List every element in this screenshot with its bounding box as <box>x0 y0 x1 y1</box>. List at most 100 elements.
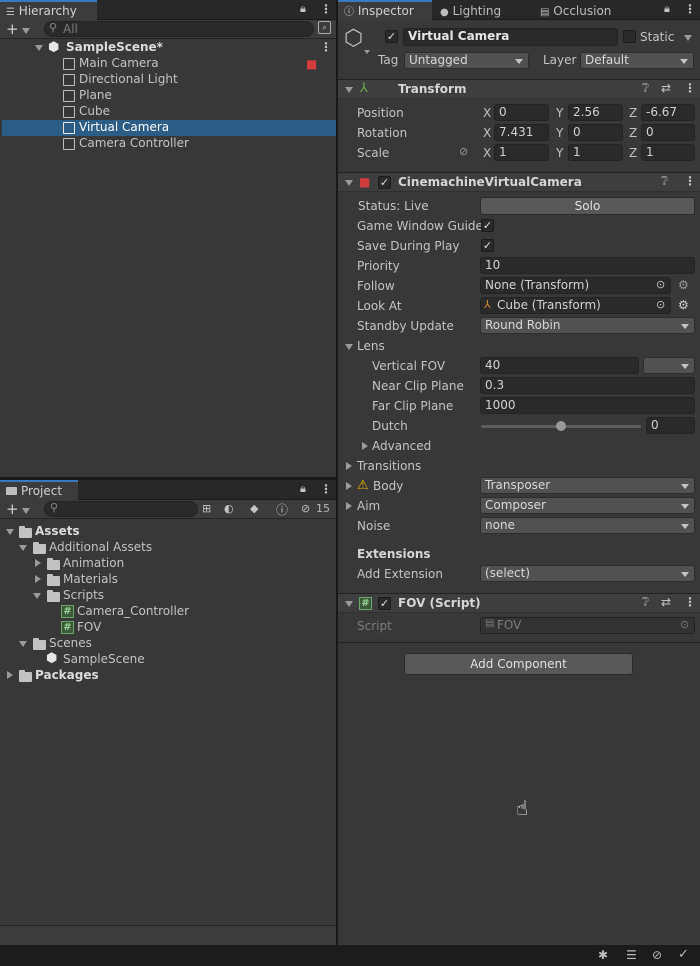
scene-name[interactable]: SampleScene* <box>66 40 163 54</box>
assets-fold-icon[interactable] <box>6 529 14 535</box>
progress-check-icon[interactable]: ✓ <box>678 947 689 962</box>
position-y-field[interactable]: 2.56 <box>568 104 623 121</box>
search-input[interactable]: All <box>44 21 314 37</box>
tab-hierarchy[interactable]: ☰ Hierarchy <box>0 0 97 21</box>
scene-fold-icon[interactable] <box>35 45 43 51</box>
chevron-down-icon[interactable] <box>22 28 30 34</box>
aim-dropdown[interactable]: Composer <box>480 497 695 514</box>
fov-preset-dropdown[interactable] <box>643 357 695 374</box>
info-icon[interactable]: ⓘ <box>276 501 288 518</box>
add-icon[interactable]: + <box>6 500 19 518</box>
chevron-down-icon[interactable] <box>22 508 30 514</box>
help-icon[interactable]: ❔︎ <box>642 595 649 610</box>
dutch-field[interactable]: 0 <box>646 417 695 434</box>
tree-fov[interactable]: FOV <box>77 620 101 634</box>
animation-fold-icon[interactable] <box>35 559 41 567</box>
auto-generate-lighting-icon[interactable]: ⊘ <box>652 948 662 962</box>
scale-y-field[interactable]: 1 <box>568 144 623 161</box>
scripts-fold-icon[interactable] <box>33 593 41 599</box>
search-options-icon[interactable]: ⌕ <box>318 21 331 34</box>
priority-field[interactable]: 10 <box>480 257 695 274</box>
help-icon[interactable]: ❔︎ <box>661 174 668 189</box>
more-menu-icon[interactable]: ⋮ <box>320 2 332 16</box>
materials-fold-icon[interactable] <box>35 575 41 583</box>
add-extension-dropdown[interactable]: (select) <box>480 565 695 582</box>
icon-picker-chevron[interactable] <box>364 50 370 54</box>
packages-fold-icon[interactable] <box>7 671 13 679</box>
position-z-field[interactable]: -6.67 <box>641 104 695 121</box>
body-fold-icon[interactable] <box>346 482 352 490</box>
vcam-fold-icon[interactable] <box>345 180 353 186</box>
tree-assets[interactable]: Assets <box>35 524 80 538</box>
project-search-input[interactable] <box>44 501 198 517</box>
lens-fold-icon[interactable] <box>345 344 353 350</box>
fov-script-fold-icon[interactable] <box>345 601 353 607</box>
solo-button[interactable]: Solo <box>480 197 695 215</box>
vcam-enabled-checkbox[interactable]: ✓ <box>378 176 391 189</box>
lock-icon[interactable]: 🔒︎ <box>300 2 306 16</box>
component-menu-icon[interactable]: ⋮ <box>684 81 696 95</box>
transitions-fold-icon[interactable] <box>346 462 352 470</box>
vertical-fov-field[interactable]: 40 <box>480 357 639 374</box>
tag-dropdown[interactable]: Untagged <box>404 52 529 69</box>
tree-packages[interactable]: Packages <box>35 668 99 682</box>
search-by-type-icon[interactable]: ⊞ <box>202 502 211 515</box>
gear-icon[interactable]: ⚙ <box>678 298 689 312</box>
game-window-guides-checkbox[interactable]: ✓ <box>481 219 494 232</box>
transform-fold-icon[interactable] <box>345 87 353 93</box>
static-checkbox[interactable] <box>623 30 636 43</box>
filter-by-label-icon[interactable]: ◆ <box>250 502 258 515</box>
near-clip-field[interactable]: 0.3 <box>480 377 695 394</box>
object-name-field[interactable]: Virtual Camera <box>403 28 618 46</box>
far-clip-field[interactable]: 1000 <box>480 397 695 414</box>
tree-additional-assets[interactable]: Additional Assets <box>49 540 152 554</box>
more-menu-icon[interactable]: ⋮ <box>320 482 332 496</box>
fov-script-enabled-checkbox[interactable]: ✓ <box>378 597 391 610</box>
dutch-slider-thumb[interactable] <box>556 421 566 431</box>
add-component-button[interactable]: Add Component <box>404 653 633 675</box>
lock-icon[interactable]: 🔒︎ <box>300 482 306 496</box>
rotation-y-field[interactable]: 0 <box>568 124 623 141</box>
debug-bug-icon[interactable]: ✱ <box>598 948 608 962</box>
follow-field[interactable]: None (Transform) <box>480 277 671 294</box>
component-menu-icon[interactable]: ⋮ <box>684 595 696 609</box>
object-picker-icon[interactable]: ⊙ <box>656 298 665 311</box>
tab-inspector[interactable]: ⓘ Inspector <box>338 0 432 21</box>
save-during-play-checkbox[interactable]: ✓ <box>481 239 494 252</box>
component-menu-icon[interactable]: ⋮ <box>684 174 696 188</box>
help-icon[interactable]: ❔︎ <box>642 81 649 96</box>
scale-x-field[interactable]: 1 <box>494 144 549 161</box>
object-picker-icon[interactable]: ⊙ <box>656 278 665 291</box>
tab-occlusion[interactable]: ▤ Occlusion <box>534 0 634 21</box>
noise-dropdown[interactable]: none <box>480 517 695 534</box>
more-menu-icon[interactable]: ⋮ <box>684 2 696 16</box>
tree-scripts[interactable]: Scripts <box>63 588 104 602</box>
gear-icon[interactable]: ⚙ <box>678 278 689 292</box>
tab-project[interactable]: Project <box>0 480 78 501</box>
add-icon[interactable]: + <box>6 20 19 38</box>
tree-sample-scene[interactable]: SampleScene <box>63 652 145 666</box>
presets-icon[interactable]: ⇄ <box>661 81 671 95</box>
filter-by-type-icon[interactable]: ◐ <box>224 502 234 515</box>
tab-lighting[interactable]: ● Lighting <box>434 0 532 21</box>
body-dropdown[interactable]: Transposer <box>480 477 695 494</box>
active-checkbox[interactable]: ✓ <box>385 30 398 43</box>
layer-dropdown[interactable]: Default <box>580 52 694 69</box>
tree-camera-controller[interactable]: Camera_Controller <box>77 604 189 618</box>
aim-fold-icon[interactable] <box>346 502 352 510</box>
scale-z-field[interactable]: 1 <box>641 144 695 161</box>
static-dropdown-icon[interactable] <box>684 35 692 41</box>
position-x-field[interactable]: 0 <box>494 104 549 121</box>
tree-animation[interactable]: Animation <box>63 556 124 570</box>
look-at-field[interactable]: Cube (Transform) <box>480 297 671 314</box>
scenes-fold-icon[interactable] <box>19 641 27 647</box>
standby-update-dropdown[interactable]: Round Robin <box>480 317 695 334</box>
cache-server-icon[interactable]: ☰ <box>626 948 637 962</box>
constrain-proportions-icon[interactable]: ⊘ <box>459 145 468 158</box>
scene-more-icon[interactable]: ⋮ <box>320 40 332 54</box>
advanced-fold-icon[interactable] <box>362 442 368 450</box>
tree-scenes[interactable]: Scenes <box>49 636 92 650</box>
lock-icon[interactable]: 🔒︎ <box>664 2 670 16</box>
presets-icon[interactable]: ⇄ <box>661 595 671 609</box>
hidden-packages-icon[interactable]: ⊘ <box>301 502 310 515</box>
